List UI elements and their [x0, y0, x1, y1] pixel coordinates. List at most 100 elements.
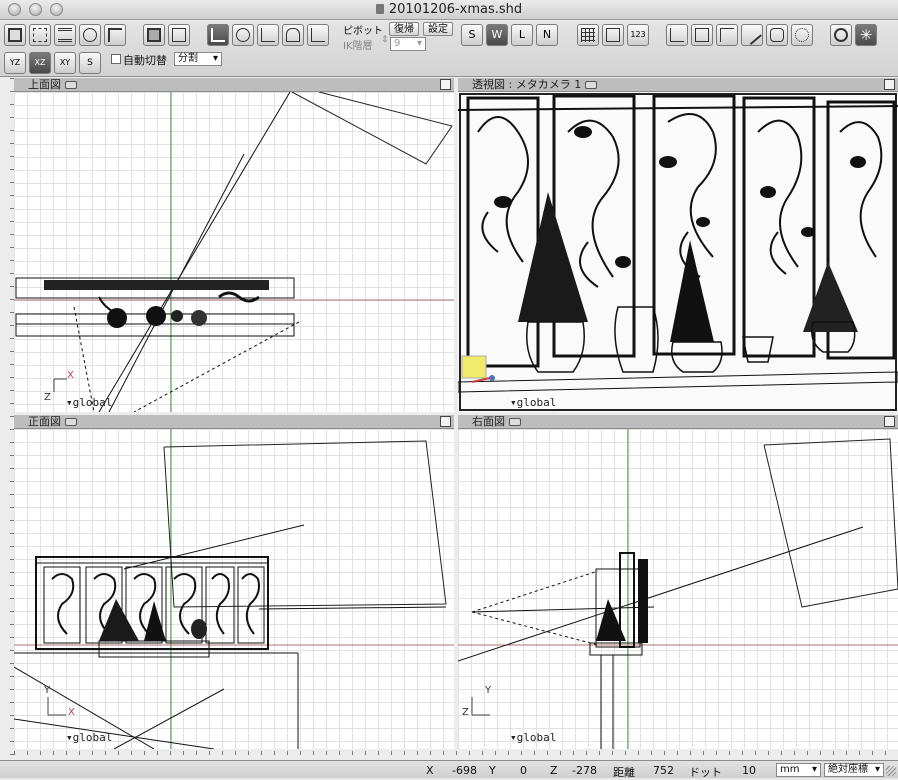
view-cube-icon[interactable] — [884, 416, 895, 427]
camera-icon[interactable] — [65, 418, 77, 426]
move-icon — [211, 28, 225, 42]
front-view-canvas — [14, 429, 454, 749]
camera-icon[interactable] — [65, 81, 77, 89]
snap-s-button[interactable]: S — [461, 24, 483, 46]
snap-w-button[interactable]: W — [486, 24, 508, 46]
wire-view-button[interactable] — [168, 24, 190, 46]
bones-button[interactable] — [791, 24, 813, 46]
chevron-down-icon: ▾ — [874, 764, 880, 775]
perspective-viewport[interactable]: ▾global — [458, 92, 898, 412]
top-viewport[interactable]: X Z ▾global — [14, 92, 454, 412]
joint-icon — [286, 28, 300, 42]
front-global-menu[interactable]: ▾global — [66, 731, 112, 744]
shaded-icon — [147, 28, 161, 42]
y-coord-value: 0 — [520, 764, 527, 777]
top-global-menu[interactable]: ▾global — [66, 396, 112, 409]
render-icon — [834, 28, 848, 42]
measure-icon — [670, 28, 684, 42]
title-bar: 20101206-xmas.shd — [0, 0, 898, 20]
snap-button[interactable] — [79, 24, 101, 46]
view-cube-icon[interactable] — [884, 79, 895, 90]
window-icon — [606, 28, 620, 42]
right-global-menu[interactable]: ▾global — [510, 731, 556, 744]
plane-xy-button[interactable]: XY — [54, 52, 76, 74]
window-button[interactable] — [602, 24, 624, 46]
camera-icon[interactable] — [509, 418, 521, 426]
snap-l-button[interactable]: L — [511, 24, 533, 46]
snap-icon — [83, 28, 97, 42]
top-view-header: 上面図 — [14, 78, 454, 92]
move-tool-button[interactable] — [207, 24, 229, 46]
numeric-button[interactable]: 123 — [627, 24, 649, 46]
bridge-button[interactable] — [766, 24, 788, 46]
bones-icon — [795, 28, 809, 42]
auto-switch-checkbox[interactable] — [111, 54, 121, 64]
chevron-down-icon: ▾ — [212, 53, 218, 64]
x-coord-value: -698 — [452, 764, 477, 777]
top-view-canvas — [14, 92, 454, 412]
line-button[interactable] — [741, 24, 763, 46]
restore-button[interactable]: 復帰 — [389, 22, 419, 36]
front-view-header: 正面図 — [14, 415, 454, 429]
perspective-global-menu[interactable]: ▾global — [510, 396, 557, 409]
view-cube-icon[interactable] — [440, 416, 451, 427]
plane-xz-button[interactable]: XZ — [29, 52, 51, 74]
star-button[interactable]: ✳ — [855, 24, 877, 46]
coord-mode-select[interactable]: 絶対座標 ▾ — [824, 763, 884, 777]
front-axis-v-label: Y — [44, 685, 51, 696]
ik-stepper[interactable]: ⇕ — [381, 35, 389, 45]
numeric-icon: 123 — [630, 30, 646, 39]
axis-tool-button[interactable] — [307, 24, 329, 46]
render-button[interactable] — [830, 24, 852, 46]
camera-icon[interactable] — [585, 81, 598, 89]
chevron-down-icon: ▾ — [811, 764, 817, 775]
scale-tool-button[interactable] — [257, 24, 279, 46]
plane-yz-button[interactable]: YZ — [4, 52, 26, 74]
ik-level-select[interactable]: 9 ▾ — [390, 37, 426, 51]
rotate-tool-button[interactable] — [232, 24, 254, 46]
right-viewport[interactable]: Y Z ▾global — [458, 429, 898, 749]
grid-button[interactable] — [577, 24, 599, 46]
bridge-icon — [770, 28, 784, 42]
right-view-label: 右面図 — [472, 415, 505, 428]
split-select[interactable]: 分割 ▾ — [174, 52, 222, 66]
resize-grip-icon[interactable] — [886, 766, 896, 776]
perspective-view-label: 透視図 : メタカメラ 1 — [472, 78, 582, 91]
snap-n-button[interactable]: N — [536, 24, 558, 46]
top-axis-h-label: X — [67, 370, 74, 381]
link-icon — [108, 28, 122, 42]
front-view-label: 正面図 — [28, 415, 61, 428]
joint-tool-button[interactable] — [282, 24, 304, 46]
object-mode-button[interactable] — [4, 24, 26, 46]
right-axis-h-label: Z — [462, 707, 469, 718]
align-button[interactable] — [716, 24, 738, 46]
copy-button[interactable] — [691, 24, 713, 46]
window-title: 20101206-xmas.shd — [0, 2, 898, 17]
rotate-icon — [236, 28, 250, 42]
view-cube-icon[interactable] — [440, 79, 451, 90]
front-viewport[interactable]: Y X ▾global — [14, 429, 454, 749]
star-icon: ✳ — [859, 26, 873, 44]
x-coord-label: X — [426, 764, 434, 777]
right-view-canvas — [458, 429, 898, 749]
chevron-down-icon: ▾ — [416, 38, 422, 49]
shaded-view-button[interactable] — [143, 24, 165, 46]
settings-button[interactable]: 設定 — [423, 22, 453, 36]
unit-select[interactable]: mm ▾ — [776, 763, 821, 777]
top-axis-v-label: Z — [44, 392, 51, 403]
plane-s-button[interactable]: S — [79, 52, 101, 74]
layers-button[interactable] — [54, 24, 76, 46]
app-window: 20101206-xmas.shd ピボット 復帰 設定 IK階層 ⇕ 9 ▾ … — [0, 0, 898, 779]
measure-button[interactable] — [666, 24, 688, 46]
toolbar: ピボット 復帰 設定 IK階層 ⇕ 9 ▾ S W L N 123 ✳ YZ X… — [0, 21, 898, 77]
point-mode-button[interactable] — [29, 24, 51, 46]
link-button[interactable] — [104, 24, 126, 46]
right-axis-v-label: Y — [485, 685, 492, 696]
top-view-label: 上面図 — [28, 78, 61, 91]
wire-icon — [172, 28, 186, 42]
y-coord-label: Y — [489, 764, 496, 777]
scale-icon — [261, 28, 275, 42]
line-icon — [742, 25, 762, 45]
horizontal-ruler — [14, 751, 898, 755]
object-mode-icon — [8, 28, 22, 42]
